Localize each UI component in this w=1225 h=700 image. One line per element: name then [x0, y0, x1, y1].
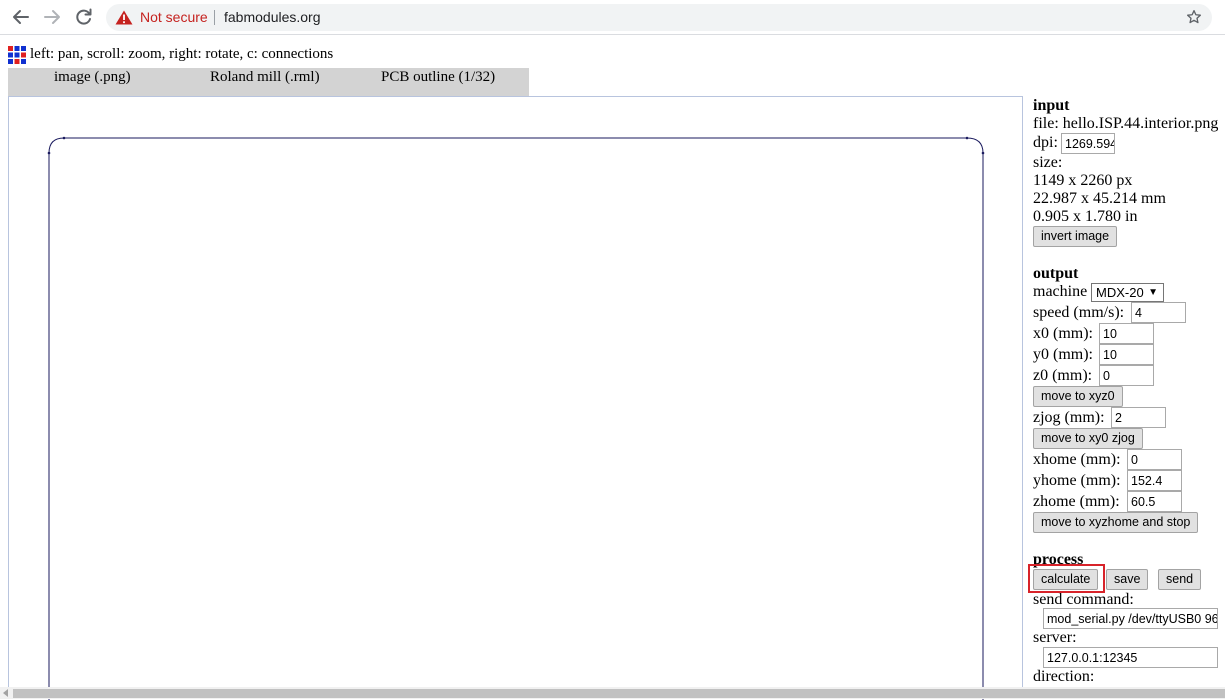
machine-label: machine: [1033, 283, 1088, 300]
tab-image-png[interactable]: image (.png): [54, 69, 131, 86]
x0-label: x0 (mm):: [1033, 325, 1093, 342]
pcb-outline-path: [48, 137, 984, 700]
xhome-input[interactable]: 0: [1127, 449, 1182, 470]
dpi-input[interactable]: 1269.594: [1061, 133, 1115, 154]
z0-input[interactable]: 0: [1099, 365, 1154, 386]
y0-input[interactable]: 10: [1099, 344, 1154, 365]
forward-button[interactable]: [40, 6, 64, 28]
z0-label: z0 (mm):: [1033, 367, 1093, 384]
machine-select[interactable]: MDX-20 ▼: [1091, 283, 1164, 302]
xhome-label: xhome (mm):: [1033, 451, 1121, 468]
zjog-label: zjog (mm):: [1033, 409, 1105, 426]
size-label: size:: [1033, 154, 1063, 171]
scroll-left-arrow-icon[interactable]: [3, 689, 8, 697]
reload-icon: [76, 8, 92, 25]
scrollbar-thumb[interactable]: [13, 689, 1225, 698]
module-tab-bar: image (.png) Roland mill (.rml) PCB outl…: [8, 68, 529, 96]
move-to-xy0-zjog-button[interactable]: move to xy0 zjog: [1033, 428, 1143, 449]
corner-marker: [981, 151, 985, 155]
input-heading: input: [1033, 97, 1070, 114]
dpi-label: dpi:: [1033, 134, 1058, 151]
browser-toolbar: Not secure fabmodules.org: [0, 0, 1225, 35]
bookmark-star-icon[interactable]: [1186, 9, 1202, 25]
send-command-input[interactable]: mod_serial.py /dev/ttyUSB0 9600: [1043, 608, 1218, 629]
controls-hint: left: pan, scroll: zoom, right: rotate, …: [30, 46, 334, 62]
yhome-input[interactable]: 152.4: [1127, 470, 1182, 491]
reload-button[interactable]: [72, 6, 96, 28]
x0-input[interactable]: 10: [1099, 323, 1154, 344]
omnibox-divider: [214, 10, 215, 25]
move-to-xyzhome-button[interactable]: move to xyzhome and stop: [1033, 512, 1199, 533]
url-text[interactable]: fabmodules.org: [224, 9, 321, 25]
server-input[interactable]: 127.0.0.1:12345: [1043, 647, 1218, 668]
calculate-highlight-box: [1028, 564, 1105, 593]
back-button[interactable]: [9, 6, 33, 28]
tab-roland-mill-rml[interactable]: Roland mill (.rml): [210, 69, 320, 86]
yhome-label: yhome (mm):: [1033, 472, 1121, 489]
pcb-outline-drawing: [47, 136, 985, 700]
warning-triangle-icon: [115, 10, 133, 25]
zhome-input[interactable]: 60.5: [1127, 491, 1182, 512]
back-arrow-icon: [13, 10, 29, 24]
horizontal-scrollbar[interactable]: [0, 687, 1225, 699]
forward-arrow-icon: [44, 10, 60, 24]
fabmodules-grid-icon: [8, 46, 26, 64]
invert-image-button[interactable]: invert image: [1033, 226, 1118, 247]
size-in-value: 0.905 x 1.780 in: [1033, 208, 1138, 225]
server-label: server:: [1033, 629, 1077, 646]
send-command-label: send command:: [1033, 591, 1134, 608]
input-file-label: file: hello.ISP.44.interior.png: [1033, 115, 1219, 132]
zhome-label: zhome (mm):: [1033, 493, 1120, 510]
tab-pcb-outline[interactable]: PCB outline (1/32): [381, 69, 495, 86]
machine-select-value: MDX-20: [1096, 285, 1144, 300]
output-heading: output: [1033, 265, 1079, 282]
address-bar[interactable]: Not secure fabmodules.org: [106, 4, 1212, 31]
chevron-down-icon: ▼: [1148, 287, 1158, 298]
speed-label: speed (mm/s):: [1033, 304, 1125, 321]
corner-marker: [965, 136, 969, 140]
corner-marker: [47, 151, 51, 155]
move-to-xyz0-button[interactable]: move to xyz0: [1033, 386, 1123, 407]
save-button[interactable]: save: [1106, 569, 1149, 590]
size-mm-value: 22.987 x 45.214 mm: [1033, 190, 1166, 207]
direction-label: direction:: [1033, 668, 1095, 685]
security-status[interactable]: Not secure: [140, 9, 208, 25]
size-px-value: 1149 x 2260 px: [1033, 172, 1133, 189]
corner-marker: [62, 136, 66, 140]
send-button[interactable]: send: [1158, 569, 1202, 590]
toolpath-viewer[interactable]: [8, 96, 1023, 700]
y0-label: y0 (mm):: [1033, 346, 1093, 363]
speed-input[interactable]: 4: [1131, 302, 1186, 323]
zjog-input[interactable]: 2: [1111, 407, 1166, 428]
